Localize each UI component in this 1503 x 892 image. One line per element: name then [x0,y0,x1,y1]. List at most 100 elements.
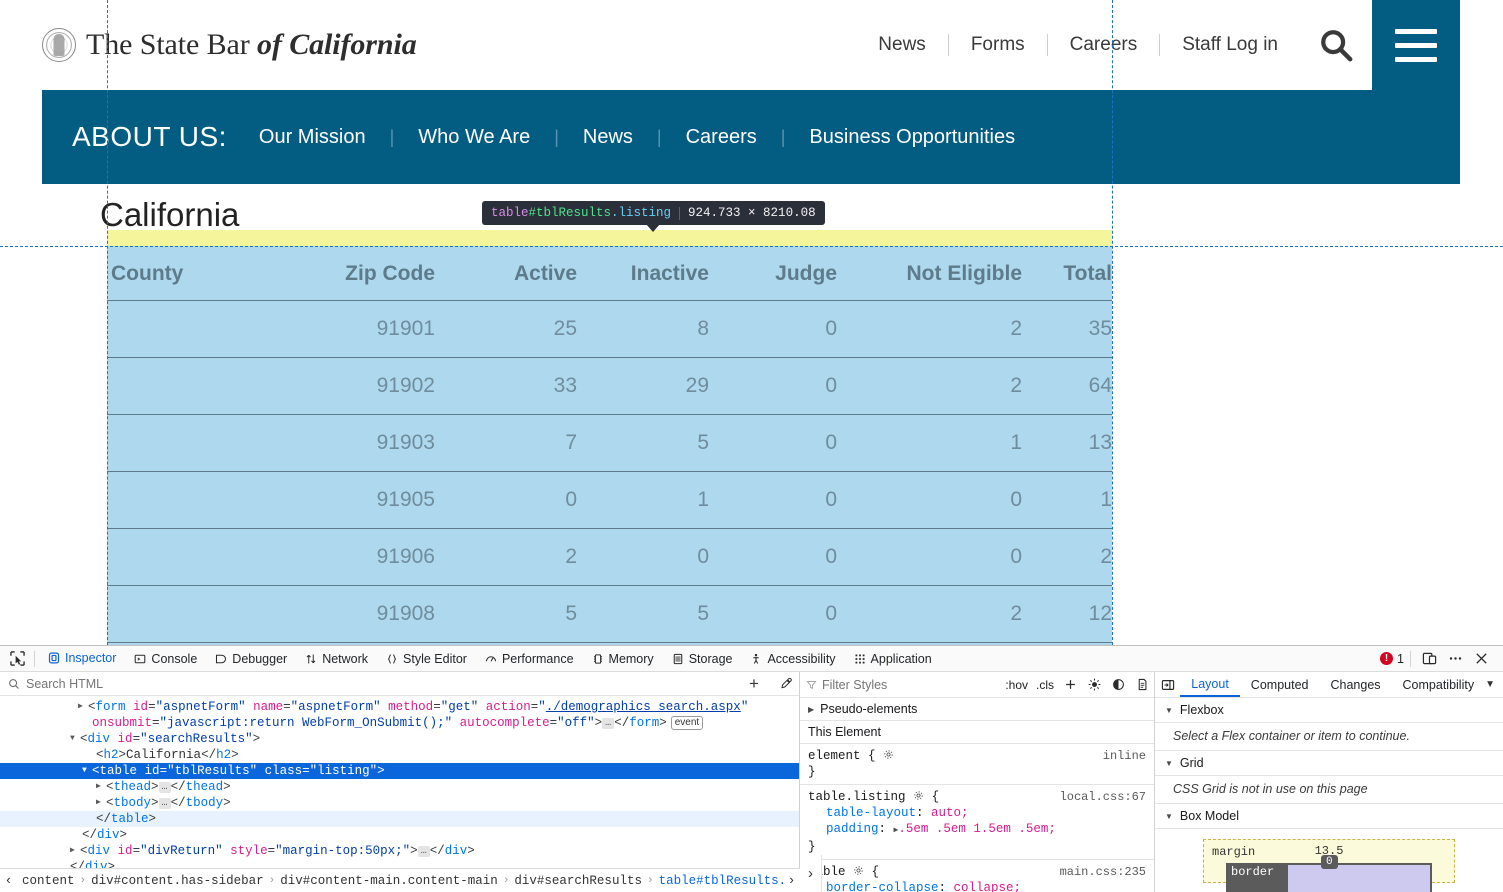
css-declaration[interactable]: table-layout: auto; [808,805,1146,821]
css-declaration[interactable]: padding: ▶.5em .5em 1.5em .5em; [808,821,1146,839]
rules-pane-scroll-button[interactable]: › [800,855,822,892]
col-header-inactive[interactable]: Inactive [577,246,709,301]
breadcrumb-scroll-left[interactable]: ‹ [0,873,17,888]
tab-network[interactable]: Network [296,647,377,671]
expand-triangle-icon[interactable]: ▶ [70,843,80,859]
markup-row[interactable]: onsubmit = "javascript:return WebForm_OnSu… [0,715,799,731]
tab-performance[interactable]: Performance [476,647,583,671]
collapse-triangle-icon[interactable]: ▼ [1165,706,1173,715]
rule-gear-icon[interactable] [853,865,864,876]
tab-inspector[interactable]: Inspector [39,647,125,671]
light-scheme-button[interactable] [1082,673,1106,697]
expand-triangle-icon[interactable]: ▶ [808,705,814,714]
toggle-sidebar-button[interactable] [1155,673,1180,697]
section-flexbox[interactable]: ▼ Flexbox [1155,698,1503,723]
markup-row[interactable]: ▶ < form id = "aspnetForm" name = "aspnetForm"… [0,699,799,715]
markup-row[interactable]: ▶ < div id = "divReturn" style = "margin-top:5… [0,843,799,859]
filter-styles-input[interactable] [822,677,1002,692]
about-nav-news[interactable]: News [583,126,633,149]
element-picker-button[interactable] [4,647,30,671]
breadcrumb-item[interactable]: div#content-main.content-main [275,874,503,888]
css-property[interactable]: border-collapse [808,880,939,892]
markup-row[interactable]: ▶ < thead >… </thead > [0,779,799,795]
markup-row[interactable]: ▶ < tbody >… </tbody > [0,795,799,811]
breadcrumb-item[interactable]: div#searchResults [509,874,647,888]
rule-selector[interactable]: table.listing [808,790,906,804]
more-tabs-button[interactable]: ▼ [1485,679,1503,690]
more-options-button[interactable] [1443,647,1467,671]
responsive-design-mode-button[interactable] [1417,647,1441,671]
markup-row[interactable]: ▼ < div id = "searchResults" > [0,731,799,747]
css-value[interactable]: .5em .5em 1.5em .5em; [898,822,1056,836]
collapse-triangle-icon[interactable]: ▼ [82,763,92,779]
add-new-rule-button[interactable] [1058,673,1082,697]
col-header-total[interactable]: Total [1022,246,1112,301]
menu-button[interactable] [1372,0,1460,90]
tab-computed[interactable]: Computed [1240,672,1320,697]
markup-row-selected[interactable]: ▼ < table id = "tblResults" class = "listing" > [0,763,799,779]
tab-style-editor[interactable]: Style Editor [377,647,476,671]
about-nav-who-we-are[interactable]: Who We Are [418,126,530,149]
rule-source[interactable]: main.css:235 [1060,864,1146,880]
about-nav-careers[interactable]: Careers [686,126,757,149]
collapse-triangle-icon[interactable]: ▼ [1165,812,1173,821]
expand-triangle-icon[interactable]: ▶ [96,795,106,811]
nav-forms[interactable]: Forms [947,34,1047,56]
tab-layout[interactable]: Layout [1180,672,1240,697]
css-value[interactable]: collapse; [954,881,1022,892]
search-button[interactable] [1300,0,1372,90]
collapsed-children-icon[interactable]: … [158,781,171,793]
add-node-button[interactable]: + [741,673,767,695]
rule-source[interactable]: local.css:67 [1060,789,1146,805]
col-header-judge[interactable]: Judge [709,246,837,301]
element-class-button[interactable]: .cls [1032,678,1058,692]
section-box-model[interactable]: ▼ Box Model [1155,804,1503,829]
pseudo-elements-section[interactable]: ▶ Pseudo-elements [800,698,1154,721]
expand-triangle-icon[interactable]: ▶ [96,779,106,795]
expand-triangle-icon[interactable]: ▶ [78,699,88,715]
col-header-not-eligible[interactable]: Not Eligible [837,246,1022,301]
tab-changes[interactable]: Changes [1319,672,1391,697]
event-badge[interactable]: event [670,716,704,730]
box-model-border-top-value[interactable]: 0 [1321,855,1338,869]
tab-storage[interactable]: Storage [663,647,742,671]
about-nav-business-opportunities[interactable]: Business Opportunities [809,126,1015,149]
rule-source[interactable]: inline [1103,748,1146,764]
markup-row[interactable]: </div > [0,827,799,843]
css-rule-table-listing[interactable]: table.listing { local.css:67 table-layou… [800,785,1154,860]
pseudo-class-hov-button[interactable]: :hov [1001,678,1032,692]
col-header-zip-code[interactable]: Zip Code [317,246,435,301]
nav-staff-log-in[interactable]: Staff Log in [1159,34,1300,56]
breadcrumb-item[interactable]: content [17,874,80,888]
error-count-badge[interactable]: ! 1 [1380,652,1404,666]
css-declaration[interactable]: border-collapse: collapse; [808,880,1146,892]
markup-row[interactable]: < h2 > California </h2 > [0,747,799,763]
col-header-county[interactable]: County [107,246,317,301]
breadcrumb-scroll-right[interactable]: › [783,873,800,888]
nav-news[interactable]: News [856,34,948,56]
tab-application[interactable]: Application [845,647,941,671]
breadcrumb-item[interactable]: table#tblResults.listing [654,874,783,888]
collapsed-children-icon[interactable]: … [417,845,430,857]
site-logo[interactable]: The State Bar of California [42,28,417,62]
tab-console[interactable]: Console [125,647,206,671]
css-property[interactable]: padding [808,821,879,837]
collapsed-children-icon[interactable]: … [602,717,615,729]
box-model-diagram[interactable]: margin 13.5 border 0 [1203,839,1455,892]
form-action-link[interactable]: ./demographics_search.aspx [546,699,741,715]
collapse-triangle-icon[interactable]: ▼ [1165,759,1173,768]
tab-accessibility[interactable]: Accessibility [741,647,844,671]
rule-gear-icon[interactable] [883,749,894,760]
css-rule-table[interactable]: table { main.css:235 border-collapse: co… [800,860,1154,892]
print-media-button[interactable] [1130,673,1154,697]
markup-row[interactable]: </table > [0,811,799,827]
collapsed-children-icon[interactable]: … [158,797,171,809]
dark-scheme-button[interactable] [1106,673,1130,697]
col-header-active[interactable]: Active [435,246,577,301]
nav-careers[interactable]: Careers [1046,34,1160,56]
close-devtools-button[interactable] [1469,647,1493,671]
eyedropper-button[interactable] [773,673,799,695]
tab-debugger[interactable]: Debugger [206,647,296,671]
rule-gear-icon[interactable] [913,790,924,801]
css-rule-element[interactable]: element { inline } [800,744,1154,785]
